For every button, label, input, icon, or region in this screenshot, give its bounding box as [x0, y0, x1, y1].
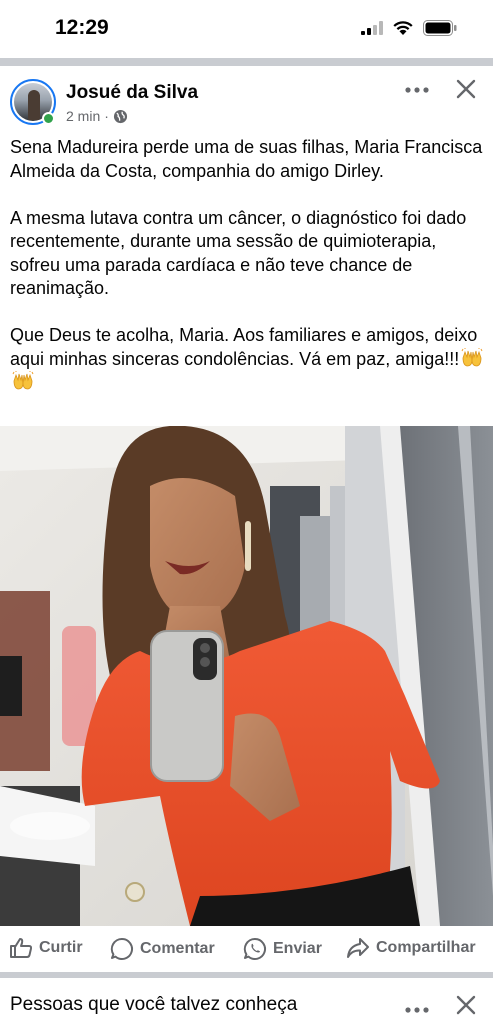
selfie-photo	[0, 426, 493, 926]
post-time[interactable]: 2 min	[66, 108, 100, 124]
comment-label: Comentar	[140, 940, 215, 957]
post-paragraph-last: Que Deus te acolha, Maria. Aos familiare…	[10, 324, 486, 395]
author-name[interactable]: Josué da Silva	[66, 82, 198, 104]
globe-icon	[113, 109, 127, 123]
feed-separator	[0, 58, 493, 66]
comment-icon	[110, 937, 133, 960]
like-button[interactable]: Curtir	[9, 937, 83, 959]
post-meta: 2 min ·	[66, 108, 128, 124]
more-horizontal-icon	[405, 87, 429, 93]
more-options-button[interactable]	[404, 82, 432, 102]
share-arrow-icon	[347, 938, 369, 958]
post-paragraph: Sena Madureira perde uma de suas filhas,…	[10, 137, 483, 181]
like-label: Curtir	[39, 939, 83, 956]
suggestions-close-button[interactable]	[455, 994, 481, 1020]
wifi-icon	[393, 21, 413, 35]
thumbs-up-icon	[10, 938, 33, 958]
send-label: Enviar	[273, 940, 322, 957]
share-button[interactable]: Compartilhar	[346, 937, 476, 959]
battery-icon	[423, 20, 457, 36]
post-action-bar: Curtir Comentar Enviar Compartilhar	[0, 926, 493, 972]
more-horizontal-icon	[405, 1007, 429, 1013]
online-status-dot	[42, 112, 55, 125]
comment-button[interactable]: Comentar	[110, 937, 215, 961]
post-photo[interactable]	[0, 426, 493, 926]
raising-hands-emoji	[461, 347, 483, 366]
status-time: 12:29	[55, 16, 109, 39]
suggestions-more-button[interactable]	[404, 1002, 432, 1022]
post-text: Sena Madureira perde uma de suas filhas,…	[10, 136, 486, 395]
send-button[interactable]: Enviar	[243, 937, 322, 961]
cellular-signal-icon	[361, 21, 383, 35]
people-you-may-know-header: Pessoas que você talvez conheça	[0, 978, 493, 1024]
suggestions-title: Pessoas que você talvez conheça	[10, 994, 298, 1015]
post-paragraph: A mesma lutava contra um câncer, o diagn…	[10, 207, 467, 299]
status-bar: 12:29	[0, 0, 493, 58]
share-label: Compartilhar	[376, 939, 476, 956]
whatsapp-icon	[243, 937, 266, 960]
meta-separator: ·	[104, 108, 109, 124]
post-header: Josué da Silva 2 min ·	[0, 66, 493, 132]
hide-post-button[interactable]	[455, 78, 481, 104]
post-paragraph: Que Deus te acolha, Maria. Aos familiare…	[10, 325, 478, 369]
status-icons	[361, 20, 457, 36]
close-icon	[456, 995, 476, 1015]
close-icon	[456, 79, 476, 99]
raising-hands-emoji	[12, 371, 34, 390]
